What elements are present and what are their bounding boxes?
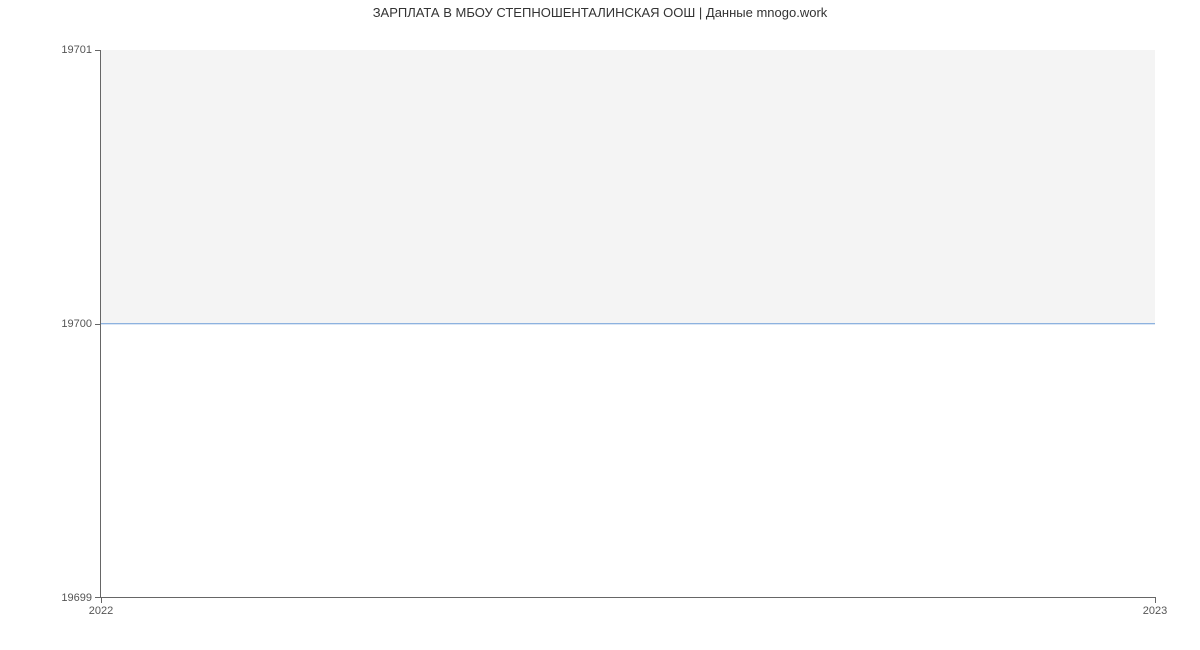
plot-area: 2022 2023 xyxy=(100,50,1155,598)
y-axis-label: 19699 xyxy=(61,592,92,604)
chart-line xyxy=(101,323,1155,325)
x-axis-label: 2022 xyxy=(89,605,113,617)
chart-container: 2022 2023 19701 19700 19699 xyxy=(100,50,1155,598)
chart-fill-area xyxy=(101,50,1155,324)
chart-title: ЗАРПЛАТА В МБОУ СТЕПНОШЕНТАЛИНСКАЯ ООШ |… xyxy=(0,0,1200,20)
y-axis-label: 19701 xyxy=(61,44,92,56)
x-tick xyxy=(1155,597,1156,603)
x-tick xyxy=(101,597,102,603)
y-axis-label: 19700 xyxy=(61,318,92,330)
x-axis-label: 2023 xyxy=(1143,605,1167,617)
y-tick xyxy=(95,324,101,325)
y-tick xyxy=(95,50,101,51)
